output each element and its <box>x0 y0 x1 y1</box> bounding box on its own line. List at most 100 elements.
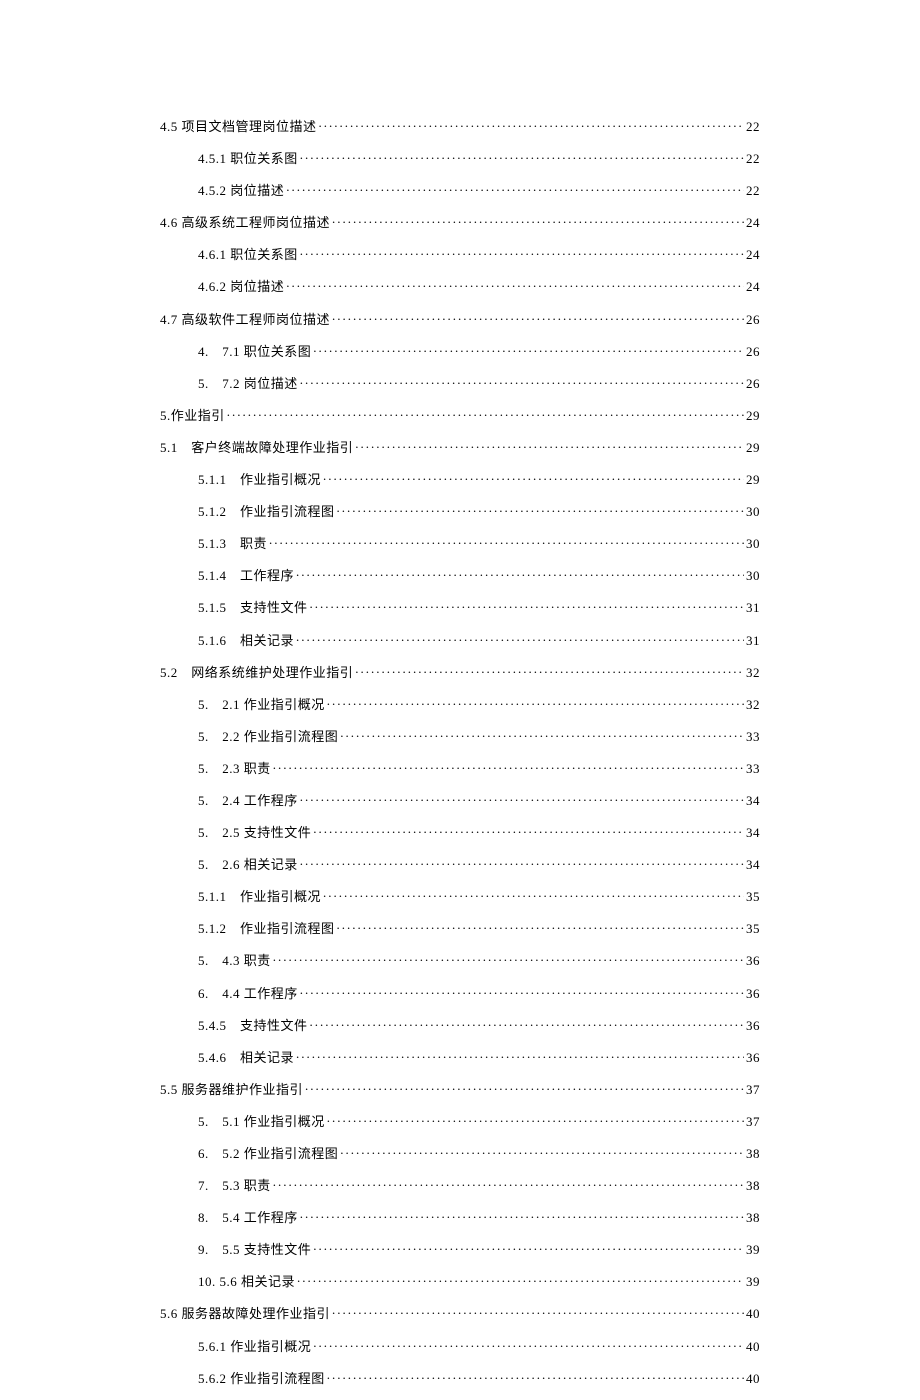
toc-page-number: 39 <box>746 1274 760 1290</box>
toc-page-number: 32 <box>746 697 760 713</box>
toc-page-number: 39 <box>746 1242 760 1258</box>
toc-row: 4.6 高级系统工程师岗位描述24 <box>160 212 760 231</box>
toc-row: 5. 4.3 职责 36 <box>160 950 760 969</box>
toc-label: 5.1 客户终端故障处理作业指引 <box>160 437 353 456</box>
toc-leader-dots <box>300 1209 744 1222</box>
toc-leader-dots <box>273 952 744 965</box>
toc-label: 4.6.1 职位关系图 <box>198 244 298 263</box>
toc-label: 5.4.5 支持性文件 <box>198 1015 308 1034</box>
toc-row: 7. 5.3 职责 38 <box>160 1175 760 1194</box>
toc-leader-dots <box>337 503 744 516</box>
toc-page-number: 24 <box>746 279 760 295</box>
toc-leader-dots <box>313 343 744 356</box>
toc-row: 5.4.6 相关记录 36 <box>160 1047 760 1066</box>
toc-leader-dots <box>323 888 744 901</box>
toc-row: 5.1.1 作业指引概况 29 <box>160 469 760 488</box>
toc-label: 5. 7.2 岗位描述 <box>198 373 298 392</box>
toc-row: 9. 5.5 支持性文件 39 <box>160 1239 760 1258</box>
toc-label: 5.6.2 作业指引流程图 <box>198 1368 325 1387</box>
toc-leader-dots <box>296 1049 744 1062</box>
toc-page-number: 35 <box>746 889 760 905</box>
toc-label: 8. 5.4 工作程序 <box>198 1207 298 1226</box>
toc-label: 5. 2.6 相关记录 <box>198 854 298 873</box>
toc-row: 4.5.1 职位关系图 22 <box>160 148 760 167</box>
toc-label: 4.5.2 岗位描述 <box>198 180 284 199</box>
toc-page-number: 36 <box>746 986 760 1002</box>
toc-label: 5.1.5 支持性文件 <box>198 597 308 616</box>
toc-row: 4. 7.1 职位关系图26 <box>160 341 760 360</box>
toc-label: 5. 5.1 作业指引概况 <box>198 1111 325 1130</box>
toc-leader-dots <box>327 696 744 709</box>
toc-page-number: 35 <box>746 921 760 937</box>
toc-page-number: 36 <box>746 1050 760 1066</box>
toc-label: 5. 2.2 作业指引流程图 <box>198 726 338 745</box>
toc-page-number: 29 <box>746 408 760 424</box>
toc-label: 5.5 服务器维护作业指引 <box>160 1079 303 1098</box>
toc-label: 4.5.1 职位关系图 <box>198 148 298 167</box>
toc-row: 5. 2.5 支持性文件 34 <box>160 822 760 841</box>
toc-leader-dots <box>340 728 744 741</box>
toc-page-number: 29 <box>746 472 760 488</box>
toc-label: 4.6.2 岗位描述 <box>198 276 284 295</box>
toc-label: 9. 5.5 支持性文件 <box>198 1239 311 1258</box>
toc-label: 5. 2.4 工作程序 <box>198 790 298 809</box>
toc-row: 5. 7.2 岗位描述26 <box>160 373 760 392</box>
toc-page-number: 40 <box>746 1339 760 1355</box>
toc-leader-dots <box>319 118 744 131</box>
toc-leader-dots <box>300 856 744 869</box>
toc-label: 10. 5.6 相关记录 <box>198 1271 295 1290</box>
toc-label: 6. 4.4 工作程序 <box>198 983 298 1002</box>
toc-label: 5.6 服务器故障处理作业指引 <box>160 1303 330 1322</box>
toc-leader-dots <box>300 150 744 163</box>
toc-label: 7. 5.3 职责 <box>198 1175 271 1194</box>
toc-page-number: 32 <box>746 665 760 681</box>
toc-row: 4.5.2 岗位描述 22 <box>160 180 760 199</box>
toc-page-number: 30 <box>746 568 760 584</box>
toc-leader-dots <box>327 1370 744 1383</box>
toc-leader-dots <box>273 1177 744 1190</box>
toc-row: 5.5 服务器维护作业指引 37 <box>160 1079 760 1098</box>
toc-page-number: 30 <box>746 504 760 520</box>
toc-page-number: 26 <box>746 344 760 360</box>
toc-row: 5. 2.1 作业指引概况32 <box>160 694 760 713</box>
toc-row: 5.1.2 作业指引流程图35 <box>160 918 760 937</box>
toc-leader-dots <box>300 375 744 388</box>
toc-label: 5.1.1 作业指引概况 <box>198 469 321 488</box>
toc-label: 5.6.1 作业指引概况 <box>198 1336 311 1355</box>
toc-row: 4.7 高级软件工程师岗位描述26 <box>160 309 760 328</box>
toc-leader-dots <box>337 920 744 933</box>
toc-row: 5. 5.1 作业指引概况 37 <box>160 1111 760 1130</box>
toc-leader-dots <box>355 439 744 452</box>
toc-row: 5.1.1 作业指引概况 35 <box>160 886 760 905</box>
toc-page-number: 34 <box>746 825 760 841</box>
toc-page-number: 37 <box>746 1082 760 1098</box>
toc-row: 5.1.2 作业指引流程图30 <box>160 501 760 520</box>
toc-row: 4.6.2 岗位描述 24 <box>160 276 760 295</box>
toc-row: 5.1.3 职责30 <box>160 533 760 552</box>
toc-leader-dots <box>296 567 744 580</box>
toc-page-number: 37 <box>746 1114 760 1130</box>
toc-row: 4.5 项目文档管理岗位描述22 <box>160 116 760 135</box>
toc-leader-dots <box>327 1113 744 1126</box>
toc-page-number: 33 <box>746 729 760 745</box>
toc-page-number: 36 <box>746 953 760 969</box>
toc-container: 4.5 项目文档管理岗位描述224.5.1 职位关系图 224.5.2 岗位描述… <box>160 116 760 1400</box>
toc-leader-dots <box>305 1081 744 1094</box>
toc-leader-dots <box>300 985 744 998</box>
toc-leader-dots <box>313 824 744 837</box>
toc-leader-dots <box>300 792 744 805</box>
toc-page-number: 33 <box>746 761 760 777</box>
toc-label: 5.4.6 相关记录 <box>198 1047 294 1066</box>
toc-page-number: 40 <box>746 1306 760 1322</box>
toc-leader-dots <box>310 599 744 612</box>
toc-label: 5. 2.3 职责 <box>198 758 271 777</box>
toc-row: 5.2 网络系统维护处理作业指引 32 <box>160 662 760 681</box>
toc-row: 10. 5.6 相关记录 39 <box>160 1271 760 1290</box>
toc-page-number: 31 <box>746 633 760 649</box>
toc-page-number: 22 <box>746 183 760 199</box>
toc-row: 4.6.1 职位关系图 24 <box>160 244 760 263</box>
toc-leader-dots <box>313 1241 744 1254</box>
toc-row: 8. 5.4 工作程序 38 <box>160 1207 760 1226</box>
toc-row: 5. 2.6 相关记录 34 <box>160 854 760 873</box>
toc-page-number: 38 <box>746 1178 760 1194</box>
